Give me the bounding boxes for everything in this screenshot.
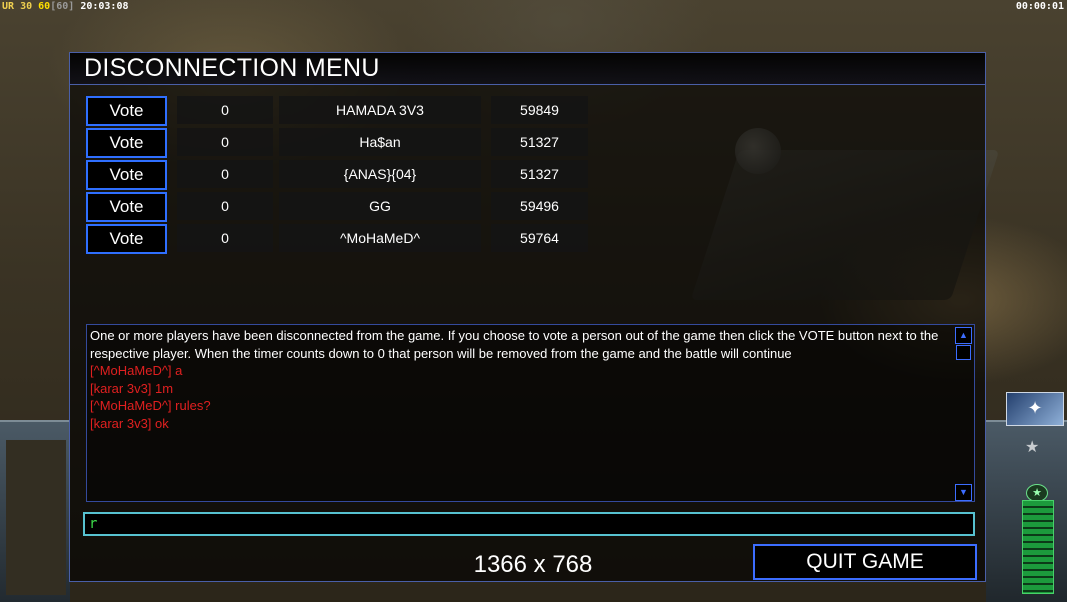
chat-message: [karar 3v3] 1m (90, 380, 174, 396)
disconnection-dialog: DISCONNECTION MENU Vote 0 HAMADA 3V3 598… (69, 52, 986, 582)
scroll-down-icon[interactable]: ▼ (955, 484, 972, 501)
chat-message: [^MoHaMeD^] rules? (90, 398, 211, 413)
minimap (6, 440, 66, 595)
fps-overlay: UR 30 60[60] 20:03:08 (2, 1, 129, 12)
vote-count: 0 (177, 128, 273, 156)
player-ping: 59764 (491, 224, 588, 252)
fps-limit: [60] (50, 1, 75, 12)
fps-value: 60 (38, 1, 51, 12)
chat-log: One or more players have been disconnect… (86, 324, 975, 502)
vote-count: 0 (177, 160, 273, 188)
player-name: HAMADA 3V3 (279, 96, 481, 124)
chat-text: One or more players have been disconnect… (90, 327, 952, 432)
chat-input-value: r (89, 516, 98, 532)
chat-input[interactable]: r (83, 512, 975, 536)
vote-button[interactable]: Vote (86, 224, 167, 254)
system-message: One or more players have been disconnect… (90, 328, 939, 361)
player-ping: 59496 (491, 192, 588, 220)
clock: 20:03:08 (80, 1, 129, 12)
vote-count: 0 (177, 96, 273, 124)
ur-label: UR (2, 1, 15, 12)
player-ping: 59849 (491, 96, 588, 124)
vote-button[interactable]: Vote (86, 192, 167, 222)
chat-scrollbar[interactable]: ▲ ▼ (955, 327, 972, 501)
dialog-title-bar: DISCONNECTION MENU (70, 53, 985, 85)
vote-count: 0 (177, 224, 273, 252)
player-name: ^MoHaMeD^ (279, 224, 481, 252)
vote-count: 0 (177, 192, 273, 220)
scroll-thumb[interactable] (956, 345, 971, 360)
rank-star-icon: ★ (1025, 439, 1040, 456)
ur-value: 30 (20, 1, 33, 12)
power-meter (1022, 500, 1054, 594)
player-ping: 51327 (491, 128, 588, 156)
game-timer: 00:00:01 (1015, 1, 1064, 12)
quit-game-button[interactable]: QUIT GAME (753, 544, 977, 580)
player-name: Ha$an (279, 128, 481, 156)
satellite-icon: ✦ (1006, 392, 1064, 426)
scroll-up-icon[interactable]: ▲ (955, 327, 972, 344)
player-name: GG (279, 192, 481, 220)
vote-button[interactable]: Vote (86, 128, 167, 158)
player-ping: 51327 (491, 160, 588, 188)
player-name: {ANAS}{04} (279, 160, 481, 188)
chat-message: [karar 3v3] ok (90, 415, 169, 431)
chat-message: [^MoHaMeD^] a (90, 363, 183, 378)
dialog-title: DISCONNECTION MENU (84, 54, 380, 82)
resolution-label: 1366 x 768 (473, 551, 593, 578)
vote-button[interactable]: Vote (86, 96, 167, 126)
vote-button[interactable]: Vote (86, 160, 167, 190)
